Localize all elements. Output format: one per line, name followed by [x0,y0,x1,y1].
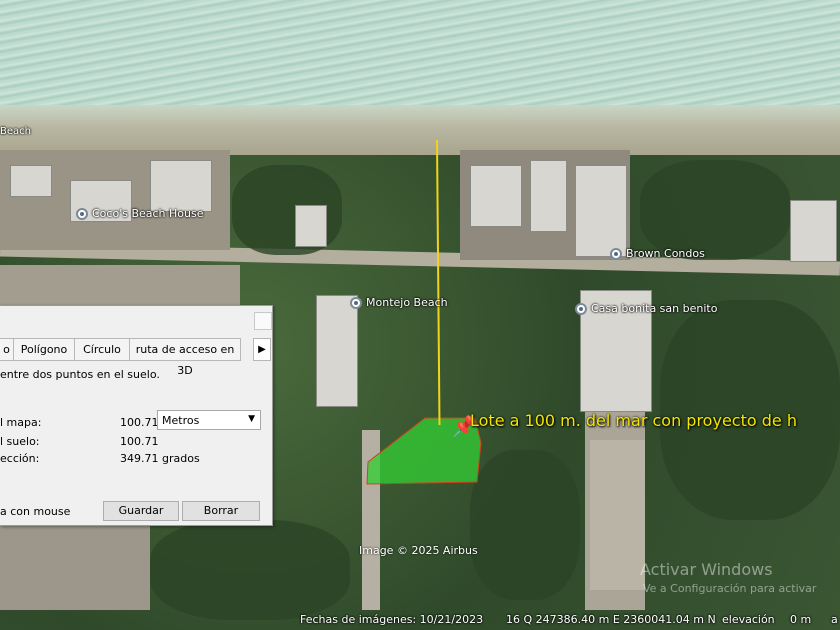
heading-value: 349.71 grados [120,452,200,465]
tab-scroll-right-icon[interactable]: ▶ [253,338,271,361]
ground-length-label: l suelo: [0,435,40,448]
place-pin-icon [610,247,622,260]
place-montejo[interactable]: Montejo Beach [350,296,448,309]
tab-line[interactable]: o [0,338,14,361]
heading-label: ección: [0,452,40,465]
units-select[interactable]: Metros ▼ [157,410,261,430]
save-button[interactable]: Guardar [103,501,179,521]
ruler-tabs: o Polígono Círculo ruta de acceso en 3D … [0,338,272,377]
dialog-close-button[interactable] [254,312,272,330]
place-brown[interactable]: Brown Condos [610,247,705,260]
status-bar: Fechas de imágenes: 10/21/2023 16 Q 2473… [0,608,840,630]
place-pin-icon [575,302,587,315]
clear-button[interactable]: Borrar [182,501,260,521]
elevation-label: elevación [722,613,775,626]
map-length-label: l mapa: [0,416,42,429]
imagery-date: Fechas de imágenes: 10/21/2023 [300,613,484,626]
elevation-value: 0 m [790,613,812,626]
tab-polygon[interactable]: Polígono [13,338,75,361]
place-casa[interactable]: Casa bonita san benito [575,302,717,315]
map-length-value: 100.71 [120,416,159,429]
placemark-label[interactable]: Lote a 100 m. del mar con proyecto de h [470,411,797,430]
windows-activation-title: Activar Windows [640,560,773,579]
tab-circle[interactable]: Círculo [74,338,130,361]
place-pin-icon [76,207,88,220]
ground-length-value: 100.71 [120,435,159,448]
place-pin-icon [350,296,362,309]
tab-3d-path[interactable]: ruta de acceso en 3D [129,338,241,377]
status-trailing: a [831,613,838,626]
mouse-navigation-label[interactable]: a con mouse [0,505,70,518]
ruler-dialog: o Polígono Círculo ruta de acceso en 3D … [0,305,273,526]
chevron-down-icon: ▼ [248,414,255,424]
imagery-attribution: Image © 2025 Airbus [359,544,478,557]
coordinates: 16 Q 247386.40 m E 2360041.04 m N [506,613,716,626]
place-cocos[interactable]: Coco's Beach House [76,207,203,220]
windows-activation-subtitle: Ve a Configuración para activar [643,582,817,595]
ruler-description: entre dos puntos en el suelo. [0,368,160,381]
place-label-beach: Beach [0,126,31,137]
